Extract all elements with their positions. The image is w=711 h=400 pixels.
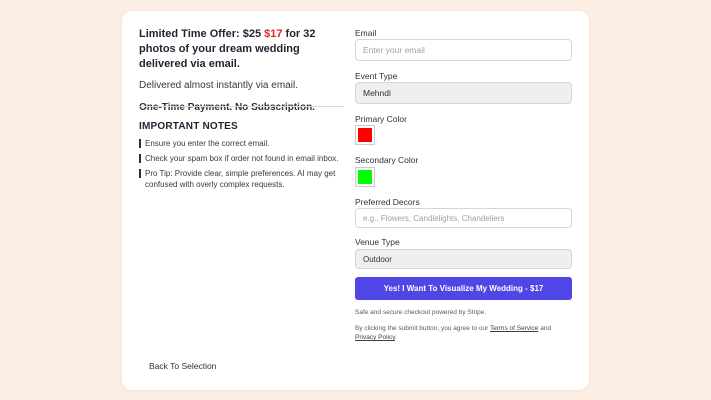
email-placeholder: Enter your email bbox=[363, 45, 425, 55]
agreement-suffix: . bbox=[394, 334, 397, 341]
privacy-policy-link[interactable]: Privacy Policy bbox=[355, 334, 395, 341]
venue-type-select[interactable]: Outdoor bbox=[355, 249, 572, 269]
note-item: Check your spam box if order not found i… bbox=[139, 153, 344, 164]
note-bullet-icon bbox=[139, 154, 141, 163]
decors-input[interactable]: e.g., Flowers, Candlelights, Chandeliers bbox=[355, 208, 572, 228]
primary-color-label: Primary Color bbox=[355, 114, 407, 124]
decors-placeholder: e.g., Flowers, Candlelights, Chandeliers bbox=[363, 213, 505, 223]
one-time-payment-text: One-Time Payment. No Subscription. bbox=[139, 102, 315, 113]
primary-color-picker[interactable] bbox=[355, 125, 375, 145]
new-price: $17 bbox=[264, 28, 283, 40]
note-item: Ensure you enter the correct email. bbox=[139, 138, 344, 149]
note-item: Pro Tip: Provide clear, simple preferenc… bbox=[139, 168, 344, 190]
venue-type-value: Outdoor bbox=[363, 254, 392, 264]
note-text: Pro Tip: Provide clear, simple preferenc… bbox=[145, 169, 336, 189]
event-type-value: Mehndi bbox=[363, 88, 391, 98]
email-label: Email bbox=[355, 28, 377, 38]
back-to-selection-link[interactable]: Back To Selection bbox=[149, 361, 216, 371]
secure-checkout-text: Safe and secure checkout powered by Stri… bbox=[355, 309, 487, 316]
offer-headline: Limited Time Offer: $25 $17 for 32 photo… bbox=[139, 27, 344, 72]
secondary-color-label: Secondary Color bbox=[355, 155, 419, 165]
checkout-card: Limited Time Offer: $25 $17 for 32 photo… bbox=[122, 11, 589, 390]
notes-title: IMPORTANT NOTES bbox=[139, 121, 238, 132]
submit-button[interactable]: Yes! I Want To Visualize My Wedding - $1… bbox=[355, 277, 572, 300]
offer-prefix: Limited Time Offer: bbox=[139, 28, 243, 40]
notes-list: Ensure you enter the correct email. Chec… bbox=[139, 138, 344, 194]
offer-section: Limited Time Offer: $25 $17 for 32 photo… bbox=[139, 27, 344, 113]
decors-label: Preferred Decors bbox=[355, 197, 420, 207]
terms-of-service-link[interactable]: Terms of Service bbox=[490, 325, 538, 332]
note-bullet-icon bbox=[139, 139, 141, 148]
agreement-and: and bbox=[538, 325, 552, 332]
secondary-color-swatch bbox=[358, 170, 372, 184]
event-type-select[interactable]: Mehndi bbox=[355, 82, 572, 104]
event-type-label: Event Type bbox=[355, 71, 398, 81]
primary-color-swatch bbox=[358, 128, 372, 142]
old-price: $25 bbox=[242, 28, 262, 40]
agreement-prefix: By clicking the submit button, you agree… bbox=[355, 325, 491, 332]
secondary-color-picker[interactable] bbox=[355, 167, 375, 187]
note-text: Ensure you enter the correct email. bbox=[145, 139, 270, 148]
section-divider bbox=[139, 106, 344, 107]
note-bullet-icon bbox=[139, 169, 141, 178]
agreement-text: By clicking the submit button, you agree… bbox=[355, 324, 572, 342]
email-input[interactable]: Enter your email bbox=[355, 39, 572, 61]
delivery-text: Delivered almost instantly via email. bbox=[139, 80, 298, 91]
note-text: Check your spam box if order not found i… bbox=[145, 154, 339, 163]
venue-type-label: Venue Type bbox=[355, 237, 400, 247]
